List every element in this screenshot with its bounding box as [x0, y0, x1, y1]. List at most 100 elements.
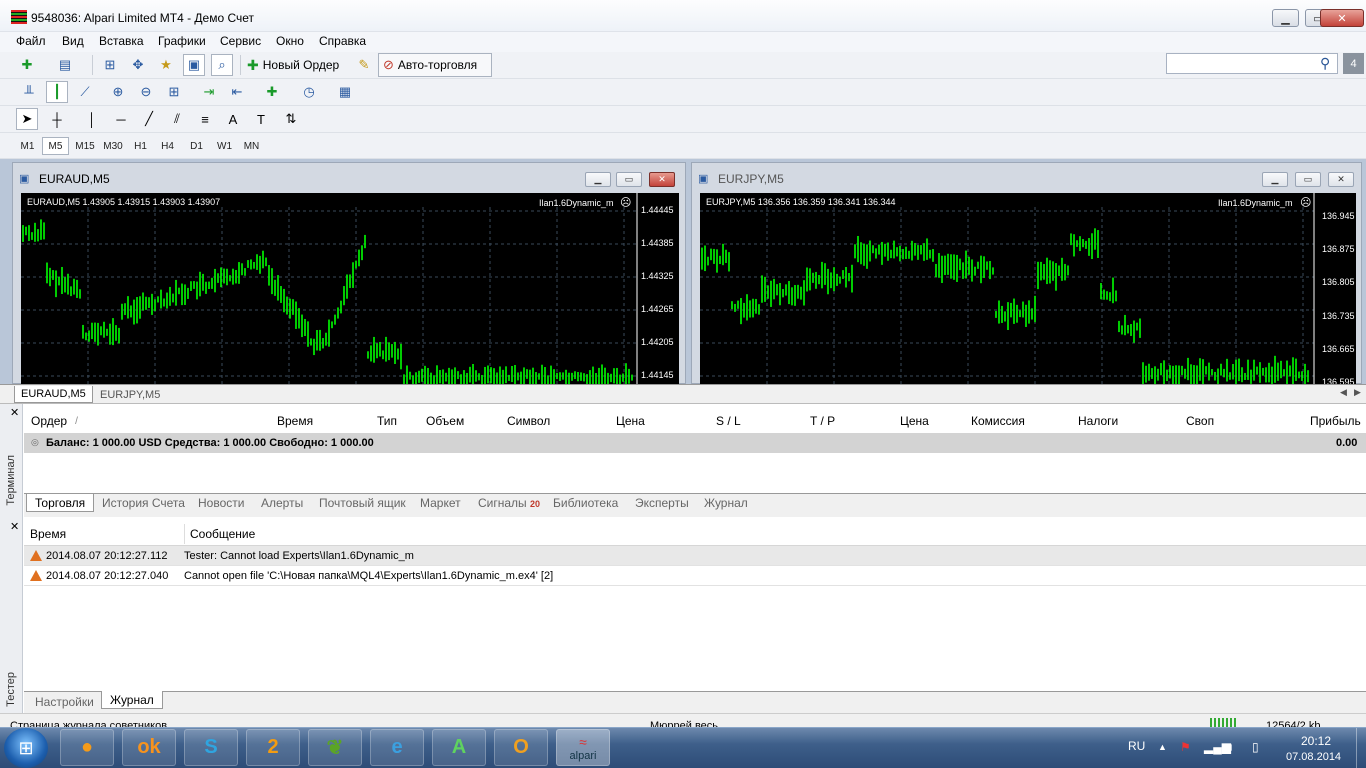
profiles-icon[interactable]: ▤: [54, 54, 76, 76]
col-type[interactable]: Тип: [377, 410, 397, 432]
data-window-icon[interactable]: ✥: [127, 54, 149, 76]
new-chart-icon[interactable]: ✚: [16, 54, 38, 76]
tab-settings[interactable]: Настройки: [35, 695, 94, 709]
search-icon[interactable]: ⚲: [1320, 55, 1336, 71]
chart-window-eurjpy[interactable]: ▣ EURJPY,M5 ▁ ▭ ✕ EURJPY,M5 136.356 136.…: [691, 162, 1362, 385]
col-swap[interactable]: Своп: [1186, 410, 1214, 432]
clock-time[interactable]: 20:12: [1301, 734, 1331, 748]
menu-charts[interactable]: Графики: [158, 34, 206, 48]
tabs-scroll-right-icon[interactable]: ▶: [1354, 387, 1361, 398]
firefox-icon[interactable]: ●: [60, 729, 114, 766]
tab-account-history[interactable]: История Счета: [102, 496, 185, 510]
chart-maximize-button[interactable]: ▭: [616, 172, 642, 187]
chart-close-button[interactable]: ✕: [1328, 172, 1354, 187]
col-taxes[interactable]: Налоги: [1078, 410, 1118, 432]
col-symbol[interactable]: Символ: [507, 410, 550, 432]
col-price[interactable]: Цена: [616, 410, 645, 432]
log-row[interactable]: 2014.08.07 20:12:27.112 Tester: Cannot l…: [24, 546, 1366, 566]
odnoklassniki-icon[interactable]: ok: [122, 729, 176, 766]
tile-windows-icon[interactable]: ⊞: [163, 81, 185, 103]
balance-row[interactable]: ◎ Баланс: 1 000.00 USD Средства: 1 000.0…: [24, 433, 1366, 453]
app-2-icon[interactable]: 2: [246, 729, 300, 766]
tabs-scroll-left-icon[interactable]: ◀: [1340, 387, 1347, 398]
candlestick-icon[interactable]: ┃: [46, 81, 68, 103]
chart-minimize-button[interactable]: ▁: [1262, 172, 1288, 187]
col-price-current[interactable]: Цена: [900, 410, 929, 432]
price-chart[interactable]: EURJPY,M5 136.356 136.359 136.341 136.34…: [700, 193, 1356, 385]
menu-file[interactable]: Файл: [16, 34, 46, 48]
timeframe-mn[interactable]: MN: [238, 137, 265, 155]
menu-tools[interactable]: Сервис: [220, 34, 261, 48]
skype-icon[interactable]: S: [184, 729, 238, 766]
chart-minimize-button[interactable]: ▁: [585, 172, 611, 187]
tester-close-icon[interactable]: ✕: [10, 520, 19, 533]
chart-shift-icon[interactable]: ⇤: [226, 81, 248, 103]
language-indicator[interactable]: RU: [1128, 739, 1145, 753]
crosshair-icon[interactable]: ┼: [46, 108, 68, 130]
text-label-icon[interactable]: T: [250, 108, 272, 130]
timeframe-m30[interactable]: M30: [98, 137, 128, 155]
chart-close-button[interactable]: ✕: [649, 172, 675, 187]
internet-explorer-icon[interactable]: e: [370, 729, 424, 766]
market-watch-icon[interactable]: ⊞: [99, 54, 121, 76]
line-chart-icon[interactable]: ⟋: [74, 81, 96, 103]
col-profit[interactable]: Прибыль: [1310, 410, 1361, 432]
tab-journal[interactable]: Журнал: [704, 496, 748, 510]
timeframe-m1[interactable]: M1: [14, 137, 41, 155]
tab-alerts[interactable]: Алерты: [261, 496, 303, 510]
network-flag-icon[interactable]: ⚑: [1180, 740, 1191, 754]
timeframe-w1[interactable]: W1: [211, 137, 238, 155]
fibonacci-icon[interactable]: ≡: [194, 108, 216, 130]
price-chart[interactable]: EURAUD,M5 1.43905 1.43915 1.43903 1.4390…: [21, 193, 679, 385]
col-sl[interactable]: S / L: [716, 410, 741, 432]
chat-button[interactable]: 4: [1343, 53, 1364, 74]
clock-date[interactable]: 07.08.2014: [1286, 751, 1341, 763]
col-commission[interactable]: Комиссия: [971, 410, 1025, 432]
bar-chart-icon[interactable]: ╨: [18, 81, 40, 103]
col-volume[interactable]: Объем: [426, 410, 464, 432]
chart-tab-euraud[interactable]: EURAUD,M5: [14, 386, 93, 403]
a-app-icon[interactable]: A: [432, 729, 486, 766]
timeframe-m5[interactable]: M5: [42, 137, 69, 155]
col-order[interactable]: Ордер /: [31, 410, 78, 432]
timeframe-h1[interactable]: H1: [127, 137, 154, 155]
timeframe-m15[interactable]: M15: [70, 137, 100, 155]
horizontal-line-icon[interactable]: ─: [110, 108, 132, 130]
chart-tab-eurjpy[interactable]: EURJPY,M5: [94, 386, 166, 403]
battery-icon[interactable]: ▯: [1252, 740, 1259, 754]
auto-scroll-icon[interactable]: ⇥: [198, 81, 220, 103]
chart-maximize-button[interactable]: ▭: [1295, 172, 1321, 187]
chart-window-euraud[interactable]: ▣ EURAUD,M5 ▁ ▭ ✕ EURAUD,M5 1.43905 1.43…: [12, 162, 686, 385]
signal-icon[interactable]: ▂▄▆: [1204, 740, 1231, 754]
tab-news[interactable]: Новости: [198, 496, 244, 510]
evernote-icon[interactable]: ❦: [308, 729, 362, 766]
timeframe-d1[interactable]: D1: [183, 137, 210, 155]
tab-market[interactable]: Маркет: [420, 496, 461, 510]
tab-library[interactable]: Библиотека: [553, 496, 618, 510]
vertical-line-icon[interactable]: │: [81, 108, 103, 130]
terminal-icon[interactable]: ▣: [183, 54, 205, 76]
tab-experts[interactable]: Эксперты: [635, 496, 689, 510]
tab-trade[interactable]: Торговля: [26, 494, 95, 512]
col-time[interactable]: Время: [277, 410, 313, 432]
col-log-message[interactable]: Сообщение: [190, 523, 255, 545]
tab-mailbox[interactable]: Почтовый ящик: [319, 496, 406, 510]
navigator-icon[interactable]: ★: [155, 54, 177, 76]
minimize-button[interactable]: ▁: [1272, 9, 1299, 27]
menu-help[interactable]: Справка: [319, 34, 366, 48]
terminal-close-icon[interactable]: ✕: [10, 406, 19, 419]
log-row[interactable]: 2014.08.07 20:12:27.040 Cannot open file…: [24, 566, 1366, 586]
alpari-taskbar-button[interactable]: ≈ alpari: [556, 729, 610, 766]
start-button[interactable]: ⊞: [4, 728, 48, 768]
text-icon[interactable]: A: [222, 108, 244, 130]
volume-icon[interactable]: 🔈︎: [1228, 740, 1235, 755]
menu-insert[interactable]: Вставка: [99, 34, 144, 48]
auto-trading-button[interactable]: ⊘ Авто-торговля: [378, 53, 492, 77]
metaeditor-icon[interactable]: ✎: [353, 54, 375, 76]
tray-expand-icon[interactable]: ▲: [1158, 742, 1167, 752]
templates-icon[interactable]: ▦: [334, 81, 356, 103]
menu-window[interactable]: Окно: [276, 34, 304, 48]
show-desktop-button[interactable]: [1356, 728, 1366, 768]
arrows-icon[interactable]: ⇅: [280, 108, 302, 130]
cursor-icon[interactable]: ➤: [16, 108, 38, 130]
